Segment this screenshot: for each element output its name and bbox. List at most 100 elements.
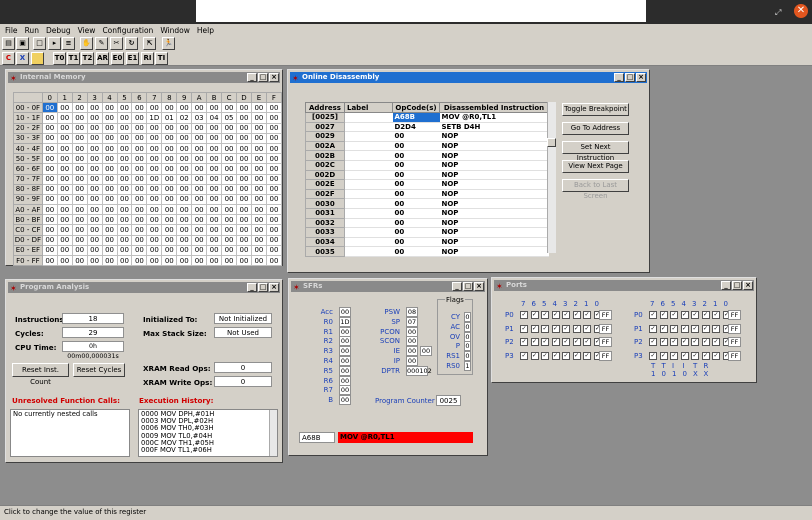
menu-file[interactable]: File bbox=[3, 24, 23, 36]
memory-cell[interactable]: 00 bbox=[41, 234, 58, 246]
memory-cell[interactable]: 00 bbox=[146, 244, 163, 257]
memory-cell[interactable]: 00 bbox=[265, 193, 283, 206]
memory-cell[interactable]: 00 bbox=[161, 234, 178, 246]
memory-cell[interactable]: 00 bbox=[101, 204, 118, 216]
memory-cell[interactable]: 00 bbox=[56, 153, 73, 165]
memory-cell[interactable]: 00 bbox=[71, 254, 88, 267]
disassembly-row[interactable]: 002E 00 NOP bbox=[305, 179, 549, 190]
memory-cell[interactable]: 00 bbox=[56, 234, 73, 246]
memory-cell[interactable]: 00 bbox=[206, 153, 223, 165]
memory-cell[interactable]: 00 bbox=[265, 224, 283, 236]
memory-cell[interactable]: 00 bbox=[131, 254, 148, 267]
memory-cell[interactable]: 00 bbox=[191, 234, 208, 246]
memory-cell[interactable]: 00 bbox=[206, 193, 223, 206]
memory-cell[interactable]: 00 bbox=[146, 173, 163, 185]
port-bit-checkbox[interactable]: ✓ bbox=[659, 351, 668, 360]
memory-cell[interactable]: 00 bbox=[250, 254, 267, 267]
memory-cell[interactable]: 00 bbox=[71, 142, 88, 155]
port-bit-checkbox[interactable]: ✓ bbox=[712, 324, 720, 333]
memory-cell[interactable]: 00 bbox=[265, 234, 283, 246]
memory-cell[interactable]: 00 bbox=[86, 204, 103, 216]
memory-cell[interactable]: 00 bbox=[206, 132, 223, 144]
memory-cell[interactable]: 00 bbox=[250, 173, 267, 185]
port-bit-checkbox[interactable]: ✓ bbox=[649, 338, 657, 346]
program-counter-value[interactable]: 0025 bbox=[436, 395, 461, 406]
memory-cell[interactable]: 00 bbox=[41, 244, 58, 257]
open-icon[interactable]: ▤ bbox=[2, 37, 15, 50]
memory-cell[interactable]: 00 bbox=[191, 214, 208, 226]
memory-cell[interactable]: 00 bbox=[191, 163, 208, 175]
memory-cell[interactable]: 00 bbox=[101, 244, 118, 257]
port-bit-checkbox[interactable]: ✓ bbox=[520, 311, 528, 319]
memory-cell[interactable]: 00 bbox=[41, 254, 58, 267]
flag-value[interactable]: 1 bbox=[464, 361, 471, 371]
memory-cell[interactable]: 00 bbox=[206, 234, 223, 246]
toolbar-button-c[interactable]: C bbox=[2, 52, 15, 65]
memory-cell[interactable]: 00 bbox=[56, 193, 73, 206]
toolbar-button-blank[interactable] bbox=[31, 52, 44, 65]
memory-cell[interactable]: 00 bbox=[176, 214, 193, 226]
sfr-value[interactable]: 00 bbox=[406, 346, 418, 357]
port-bit-checkbox[interactable]: ✓ bbox=[572, 351, 581, 360]
sfr-value[interactable]: 00 bbox=[339, 346, 351, 357]
memory-cell[interactable]: 00 bbox=[250, 112, 267, 124]
memory-cell[interactable]: 00 bbox=[191, 244, 208, 257]
memory-cell[interactable]: 00 bbox=[86, 183, 103, 195]
memory-cell[interactable]: 00 bbox=[116, 163, 133, 175]
memory-cell[interactable]: 00 bbox=[236, 153, 252, 165]
sfr-value[interactable]: 00 bbox=[339, 356, 351, 366]
memory-cell[interactable]: 00 bbox=[221, 173, 238, 185]
memory-cell[interactable]: 00 bbox=[191, 204, 208, 216]
port-bit-checkbox[interactable]: ✓ bbox=[649, 351, 657, 360]
memory-cell[interactable]: 00 bbox=[265, 163, 283, 175]
port-value[interactable]: FF bbox=[728, 350, 741, 361]
port-bit-checkbox[interactable]: ✓ bbox=[701, 351, 710, 360]
memory-cell[interactable]: 00 bbox=[161, 102, 178, 114]
memory-cell[interactable]: 00 bbox=[161, 163, 178, 175]
memory-cell[interactable]: 00 bbox=[101, 173, 118, 185]
toolbar-button-x[interactable]: X bbox=[16, 52, 29, 65]
memory-cell[interactable]: 00 bbox=[116, 132, 133, 144]
memory-cell[interactable]: 00 bbox=[146, 163, 163, 175]
memory-cell[interactable]: 00 bbox=[56, 173, 73, 185]
memory-cell[interactable]: 00 bbox=[101, 234, 118, 246]
disassembly-row[interactable]: 0033 00 NOP bbox=[305, 227, 549, 238]
memory-cell[interactable]: 03 bbox=[191, 112, 208, 124]
toolbar-button-ti[interactable]: TI bbox=[155, 52, 168, 65]
memory-cell[interactable]: 00 bbox=[146, 102, 163, 114]
memory-cell[interactable]: 00 bbox=[206, 244, 223, 257]
close-button[interactable]: ✕ bbox=[794, 4, 808, 18]
memory-cell[interactable]: 00 bbox=[101, 193, 118, 206]
memory-cell[interactable]: 00 bbox=[86, 234, 103, 246]
memory-cell[interactable]: 00 bbox=[56, 112, 73, 124]
memory-cell[interactable]: 00 bbox=[221, 132, 238, 144]
port-bit-checkbox[interactable]: ✓ bbox=[551, 311, 560, 319]
memory-cell[interactable]: 00 bbox=[116, 254, 133, 267]
memory-cell[interactable]: 00 bbox=[71, 153, 88, 165]
memory-cell[interactable]: 00 bbox=[131, 142, 148, 155]
memory-cell[interactable]: 00 bbox=[71, 214, 88, 226]
memory-cell[interactable]: 00 bbox=[86, 102, 103, 114]
memory-cell[interactable]: 00 bbox=[191, 153, 208, 165]
memory-cell[interactable]: 00 bbox=[86, 132, 103, 144]
port-bit-checkbox[interactable]: ✓ bbox=[649, 324, 657, 333]
toolbar-button-ri[interactable]: RI bbox=[141, 52, 154, 65]
port-value[interactable]: FF bbox=[599, 310, 612, 320]
memory-cell[interactable]: 00 bbox=[146, 204, 163, 216]
memory-cell[interactable]: 00 bbox=[236, 214, 252, 226]
memory-cell[interactable]: 00 bbox=[206, 214, 223, 226]
toolbar-button-e0[interactable]: E0 bbox=[111, 52, 124, 65]
memory-cell[interactable]: 00 bbox=[41, 224, 58, 236]
memory-cell[interactable]: 00 bbox=[131, 173, 148, 185]
reset-inst-count-button[interactable]: Reset Inst. Count bbox=[12, 363, 69, 386]
memory-cell[interactable]: 00 bbox=[86, 173, 103, 185]
reset-icon[interactable]: ↻ bbox=[125, 37, 138, 50]
hand-icon[interactable]: ✋ bbox=[80, 37, 93, 50]
maximize-button[interactable]: □ bbox=[732, 281, 742, 290]
memory-cell[interactable]: 00 bbox=[71, 204, 88, 216]
memory-cell[interactable]: 00 bbox=[56, 132, 73, 144]
history-scrollbar[interactable] bbox=[269, 410, 277, 456]
set-next-instruction-button[interactable]: Set Next Instruction bbox=[562, 141, 629, 162]
save-icon[interactable]: ▣ bbox=[16, 37, 29, 50]
memory-cell[interactable]: 00 bbox=[56, 102, 73, 114]
